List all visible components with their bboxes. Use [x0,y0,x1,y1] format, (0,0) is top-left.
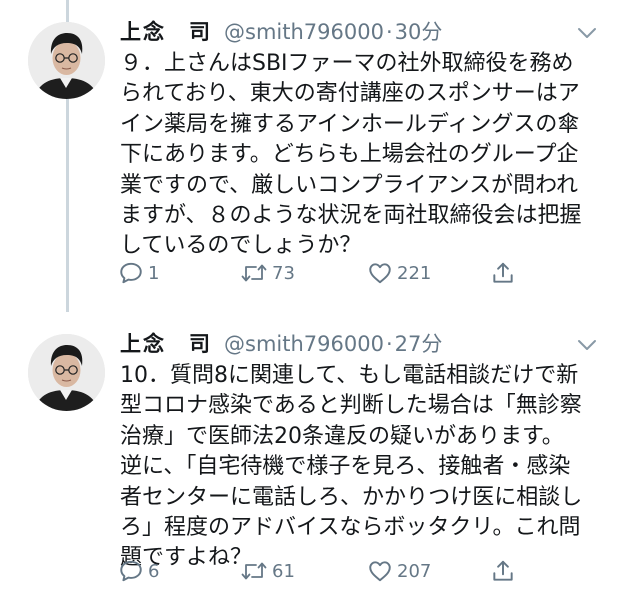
reply-button[interactable]: 1 [118,258,159,288]
tweet-actions: 1 73 221 [118,258,538,288]
separator-dot: · [385,20,393,44]
tweet-text: 10．質問8に関連して、もし電話相談だけで新型コロナ感染であると判断した場合は「… [120,363,583,571]
chevron-down-icon[interactable] [576,334,598,356]
retweet-count: 61 [272,560,295,582]
author-handle[interactable]: @smith796000 [224,332,384,356]
author-name[interactable]: 上念 司 [120,328,212,358]
retweet-button[interactable]: 61 [240,556,295,586]
reply-icon [118,558,144,584]
retweet-icon [240,558,268,584]
tweet-header: 上念 司 @smith796000 · 30分 [120,16,442,46]
like-icon [367,558,393,584]
retweet-icon [240,260,268,286]
tweet-actions: 6 61 207 [118,556,538,586]
share-icon [490,260,516,286]
avatar[interactable] [28,334,105,411]
share-icon [490,558,516,584]
like-button[interactable]: 221 [367,258,431,288]
avatar[interactable] [28,22,105,99]
tweet[interactable]: 上念 司 @smith796000 · 30分 ９．上さんはSBIファーマの社外… [0,0,620,312]
tweet-timestamp[interactable]: 27分 [395,328,443,358]
reply-count: 6 [148,560,160,582]
tweet[interactable]: 上念 司 @smith796000 · 27分 10．質問8に関連して、もし電話… [0,312,620,591]
author-name[interactable]: 上念 司 [120,16,212,46]
tweet-text: ９．上さんはSBIファーマの社外取締役を務められており、東大の寄付講座のスポンサ… [120,51,582,259]
share-button[interactable] [490,556,516,586]
like-count: 207 [397,560,432,582]
reply-button[interactable]: 6 [118,556,159,586]
separator-dot: · [385,332,393,356]
like-icon [367,260,393,286]
retweet-button[interactable]: 73 [240,258,295,288]
like-button[interactable]: 207 [367,556,431,586]
author-handle[interactable]: @smith796000 [224,20,384,44]
tweet-timestamp[interactable]: 30分 [395,16,443,46]
like-count: 221 [397,262,432,284]
reply-icon [118,260,144,286]
tweet-header: 上念 司 @smith796000 · 27分 [120,328,442,358]
reply-count: 1 [148,262,160,284]
retweet-count: 73 [272,262,295,284]
chevron-down-icon[interactable] [576,22,598,44]
share-button[interactable] [490,258,516,288]
